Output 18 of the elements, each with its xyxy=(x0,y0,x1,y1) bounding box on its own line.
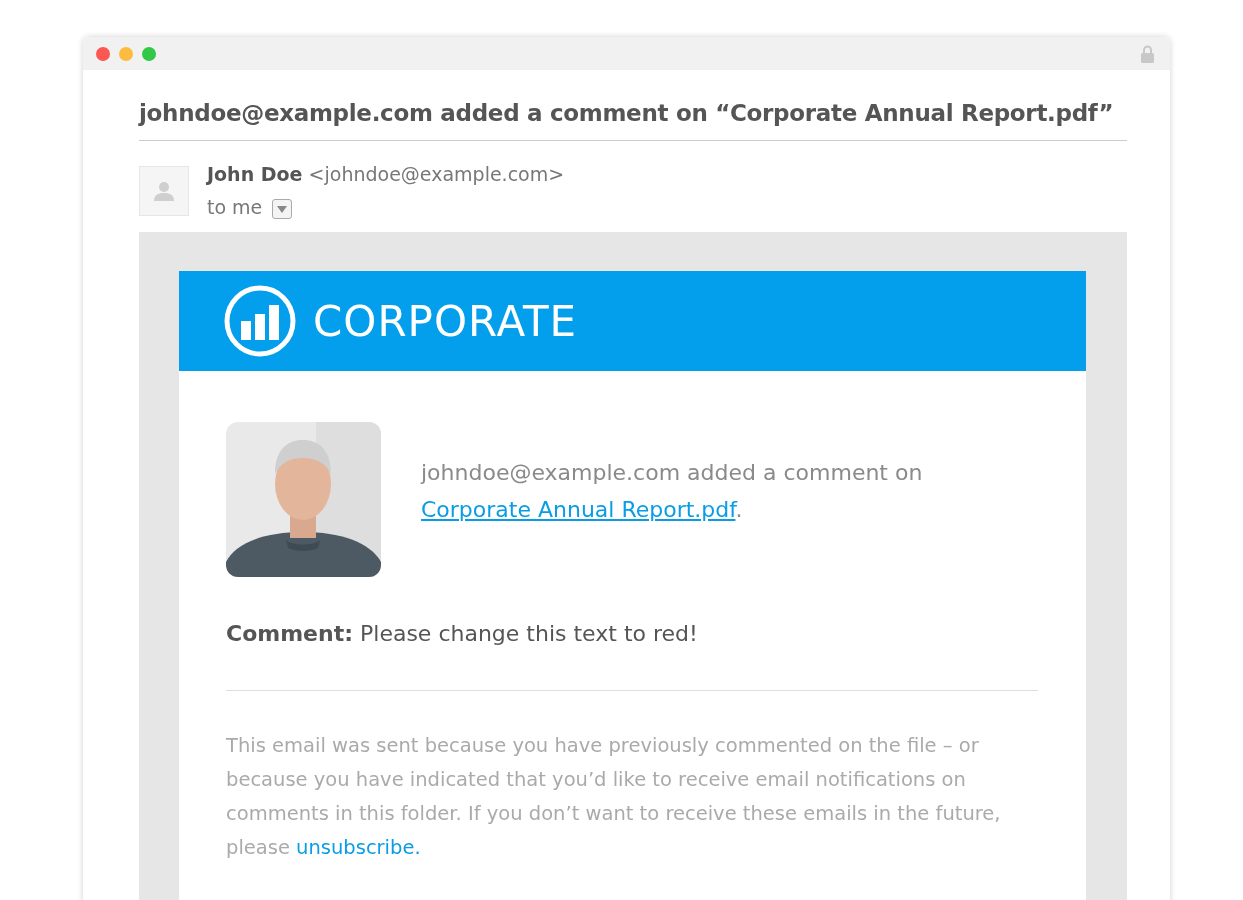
zoom-button[interactable] xyxy=(142,46,156,61)
person-icon xyxy=(153,180,175,202)
email-subject: johndoe@example.com added a comment on “Corporate Annual Report.pdf” xyxy=(139,70,1127,141)
recipient-label: to me xyxy=(207,196,263,218)
sender-address: <johndoe@example.com> xyxy=(308,163,565,185)
close-button[interactable] xyxy=(96,46,110,61)
caret-icon xyxy=(277,205,288,213)
file-link[interactable]: Corporate Annual Report.pdf xyxy=(421,496,736,522)
details-dropdown[interactable] xyxy=(272,199,293,219)
sender-name: John Doe xyxy=(207,163,303,185)
comment-text: Comment: Please change this text to red! xyxy=(226,621,699,646)
notification-text: johndoe@example.com added a comment on Corporate Annual Report.pdf. xyxy=(421,458,924,524)
minimize-button[interactable] xyxy=(119,46,133,61)
brand-name: CORPORATE xyxy=(313,296,578,346)
lock-icon xyxy=(1141,44,1154,63)
unsubscribe-link[interactable]: unsubscribe. xyxy=(296,836,421,859)
bar-chart-logo-icon xyxy=(224,285,296,357)
footer-text: This email was sent because you have previously commented on the file – or because you have indicated that you’d like to receive email notifications on comments in this folder. If you don’t want to receive these emails in the future, please unsubscribe. xyxy=(226,733,1002,861)
